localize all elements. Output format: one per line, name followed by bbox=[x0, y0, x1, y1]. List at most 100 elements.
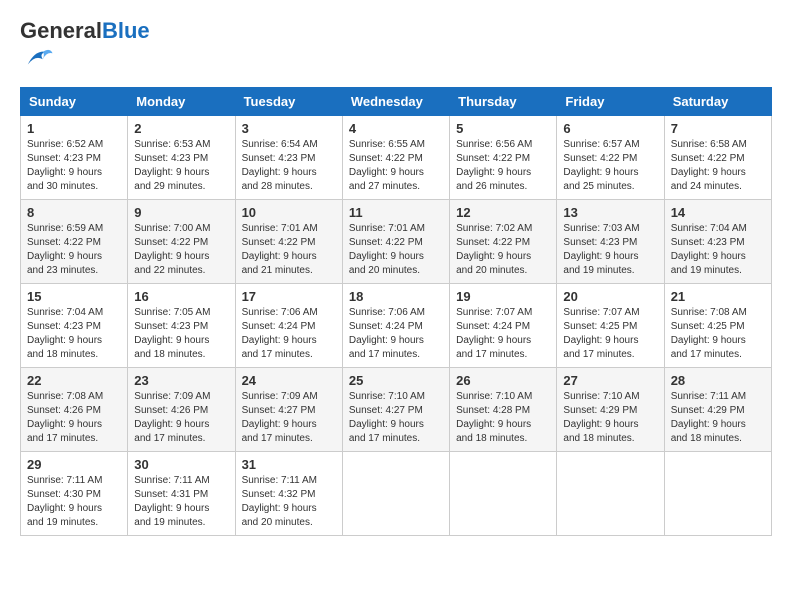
day-info: Sunrise: 6:54 AM Sunset: 4:23 PM Dayligh… bbox=[242, 138, 336, 194]
calendar-cell: 11 Sunrise: 7:01 AM Sunset: 4:22 PM Dayl… bbox=[342, 200, 449, 284]
day-info: Sunrise: 7:07 AM Sunset: 4:24 PM Dayligh… bbox=[456, 306, 550, 362]
day-info: Sunrise: 7:11 AM Sunset: 4:31 PM Dayligh… bbox=[134, 474, 228, 530]
calendar-cell: 21 Sunrise: 7:08 AM Sunset: 4:25 PM Dayl… bbox=[664, 284, 771, 368]
calendar-cell: 26 Sunrise: 7:10 AM Sunset: 4:28 PM Dayl… bbox=[450, 368, 557, 452]
day-info: Sunrise: 6:53 AM Sunset: 4:23 PM Dayligh… bbox=[134, 138, 228, 194]
calendar-cell: 16 Sunrise: 7:05 AM Sunset: 4:23 PM Dayl… bbox=[128, 284, 235, 368]
day-number: 23 bbox=[134, 373, 228, 388]
day-number: 20 bbox=[563, 289, 657, 304]
calendar-cell: 1 Sunrise: 6:52 AM Sunset: 4:23 PM Dayli… bbox=[21, 116, 128, 200]
day-number: 11 bbox=[349, 205, 443, 220]
calendar-cell: 13 Sunrise: 7:03 AM Sunset: 4:23 PM Dayl… bbox=[557, 200, 664, 284]
day-header-tuesday: Tuesday bbox=[235, 88, 342, 116]
day-info: Sunrise: 7:00 AM Sunset: 4:22 PM Dayligh… bbox=[134, 222, 228, 278]
day-info: Sunrise: 7:04 AM Sunset: 4:23 PM Dayligh… bbox=[671, 222, 765, 278]
day-info: Sunrise: 6:57 AM Sunset: 4:22 PM Dayligh… bbox=[563, 138, 657, 194]
calendar-cell: 15 Sunrise: 7:04 AM Sunset: 4:23 PM Dayl… bbox=[21, 284, 128, 368]
day-header-saturday: Saturday bbox=[664, 88, 771, 116]
day-info: Sunrise: 7:01 AM Sunset: 4:22 PM Dayligh… bbox=[242, 222, 336, 278]
calendar-cell: 20 Sunrise: 7:07 AM Sunset: 4:25 PM Dayl… bbox=[557, 284, 664, 368]
calendar-cell: 17 Sunrise: 7:06 AM Sunset: 4:24 PM Dayl… bbox=[235, 284, 342, 368]
day-info: Sunrise: 7:11 AM Sunset: 4:32 PM Dayligh… bbox=[242, 474, 336, 530]
calendar-cell: 9 Sunrise: 7:00 AM Sunset: 4:22 PM Dayli… bbox=[128, 200, 235, 284]
day-number: 16 bbox=[134, 289, 228, 304]
day-number: 31 bbox=[242, 457, 336, 472]
day-number: 8 bbox=[27, 205, 121, 220]
day-number: 10 bbox=[242, 205, 336, 220]
day-number: 26 bbox=[456, 373, 550, 388]
calendar-cell bbox=[664, 452, 771, 536]
day-info: Sunrise: 7:10 AM Sunset: 4:27 PM Dayligh… bbox=[349, 390, 443, 446]
day-info: Sunrise: 7:08 AM Sunset: 4:26 PM Dayligh… bbox=[27, 390, 121, 446]
calendar-cell bbox=[557, 452, 664, 536]
calendar-cell: 19 Sunrise: 7:07 AM Sunset: 4:24 PM Dayl… bbox=[450, 284, 557, 368]
day-header-sunday: Sunday bbox=[21, 88, 128, 116]
calendar-week-row: 15 Sunrise: 7:04 AM Sunset: 4:23 PM Dayl… bbox=[21, 284, 772, 368]
day-info: Sunrise: 6:59 AM Sunset: 4:22 PM Dayligh… bbox=[27, 222, 121, 278]
day-header-friday: Friday bbox=[557, 88, 664, 116]
calendar-cell bbox=[342, 452, 449, 536]
calendar-cell: 28 Sunrise: 7:11 AM Sunset: 4:29 PM Dayl… bbox=[664, 368, 771, 452]
calendar-cell: 7 Sunrise: 6:58 AM Sunset: 4:22 PM Dayli… bbox=[664, 116, 771, 200]
day-info: Sunrise: 7:04 AM Sunset: 4:23 PM Dayligh… bbox=[27, 306, 121, 362]
page-header: GeneralBlue bbox=[20, 20, 772, 77]
day-number: 7 bbox=[671, 121, 765, 136]
day-info: Sunrise: 7:11 AM Sunset: 4:30 PM Dayligh… bbox=[27, 474, 121, 530]
calendar-cell: 30 Sunrise: 7:11 AM Sunset: 4:31 PM Dayl… bbox=[128, 452, 235, 536]
calendar-week-row: 1 Sunrise: 6:52 AM Sunset: 4:23 PM Dayli… bbox=[21, 116, 772, 200]
calendar-cell: 8 Sunrise: 6:59 AM Sunset: 4:22 PM Dayli… bbox=[21, 200, 128, 284]
day-info: Sunrise: 6:56 AM Sunset: 4:22 PM Dayligh… bbox=[456, 138, 550, 194]
calendar-cell: 31 Sunrise: 7:11 AM Sunset: 4:32 PM Dayl… bbox=[235, 452, 342, 536]
day-info: Sunrise: 6:55 AM Sunset: 4:22 PM Dayligh… bbox=[349, 138, 443, 194]
day-info: Sunrise: 7:06 AM Sunset: 4:24 PM Dayligh… bbox=[242, 306, 336, 362]
calendar-week-row: 8 Sunrise: 6:59 AM Sunset: 4:22 PM Dayli… bbox=[21, 200, 772, 284]
day-number: 3 bbox=[242, 121, 336, 136]
day-number: 27 bbox=[563, 373, 657, 388]
calendar-cell: 2 Sunrise: 6:53 AM Sunset: 4:23 PM Dayli… bbox=[128, 116, 235, 200]
calendar-cell: 24 Sunrise: 7:09 AM Sunset: 4:27 PM Dayl… bbox=[235, 368, 342, 452]
calendar-week-row: 22 Sunrise: 7:08 AM Sunset: 4:26 PM Dayl… bbox=[21, 368, 772, 452]
day-number: 19 bbox=[456, 289, 550, 304]
day-number: 28 bbox=[671, 373, 765, 388]
calendar-table: SundayMondayTuesdayWednesdayThursdayFrid… bbox=[20, 87, 772, 536]
day-number: 1 bbox=[27, 121, 121, 136]
day-info: Sunrise: 6:58 AM Sunset: 4:22 PM Dayligh… bbox=[671, 138, 765, 194]
day-number: 14 bbox=[671, 205, 765, 220]
day-number: 5 bbox=[456, 121, 550, 136]
day-number: 13 bbox=[563, 205, 657, 220]
day-info: Sunrise: 7:01 AM Sunset: 4:22 PM Dayligh… bbox=[349, 222, 443, 278]
day-header-monday: Monday bbox=[128, 88, 235, 116]
day-number: 15 bbox=[27, 289, 121, 304]
day-info: Sunrise: 7:07 AM Sunset: 4:25 PM Dayligh… bbox=[563, 306, 657, 362]
calendar-cell bbox=[450, 452, 557, 536]
logo-blue: Blue bbox=[102, 18, 150, 43]
calendar-cell: 10 Sunrise: 7:01 AM Sunset: 4:22 PM Dayl… bbox=[235, 200, 342, 284]
day-info: Sunrise: 7:03 AM Sunset: 4:23 PM Dayligh… bbox=[563, 222, 657, 278]
calendar-cell: 22 Sunrise: 7:08 AM Sunset: 4:26 PM Dayl… bbox=[21, 368, 128, 452]
day-number: 21 bbox=[671, 289, 765, 304]
calendar-cell: 3 Sunrise: 6:54 AM Sunset: 4:23 PM Dayli… bbox=[235, 116, 342, 200]
calendar-cell: 4 Sunrise: 6:55 AM Sunset: 4:22 PM Dayli… bbox=[342, 116, 449, 200]
day-info: Sunrise: 7:05 AM Sunset: 4:23 PM Dayligh… bbox=[134, 306, 228, 362]
day-number: 24 bbox=[242, 373, 336, 388]
day-number: 22 bbox=[27, 373, 121, 388]
day-info: Sunrise: 6:52 AM Sunset: 4:23 PM Dayligh… bbox=[27, 138, 121, 194]
calendar-cell: 23 Sunrise: 7:09 AM Sunset: 4:26 PM Dayl… bbox=[128, 368, 235, 452]
logo-general: General bbox=[20, 18, 102, 43]
calendar-cell: 18 Sunrise: 7:06 AM Sunset: 4:24 PM Dayl… bbox=[342, 284, 449, 368]
day-header-wednesday: Wednesday bbox=[342, 88, 449, 116]
calendar-cell: 6 Sunrise: 6:57 AM Sunset: 4:22 PM Dayli… bbox=[557, 116, 664, 200]
calendar-cell: 14 Sunrise: 7:04 AM Sunset: 4:23 PM Dayl… bbox=[664, 200, 771, 284]
day-info: Sunrise: 7:11 AM Sunset: 4:29 PM Dayligh… bbox=[671, 390, 765, 446]
calendar-header-row: SundayMondayTuesdayWednesdayThursdayFrid… bbox=[21, 88, 772, 116]
day-number: 12 bbox=[456, 205, 550, 220]
day-number: 4 bbox=[349, 121, 443, 136]
day-number: 6 bbox=[563, 121, 657, 136]
day-info: Sunrise: 7:06 AM Sunset: 4:24 PM Dayligh… bbox=[349, 306, 443, 362]
day-header-thursday: Thursday bbox=[450, 88, 557, 116]
day-info: Sunrise: 7:10 AM Sunset: 4:28 PM Dayligh… bbox=[456, 390, 550, 446]
day-number: 18 bbox=[349, 289, 443, 304]
calendar-cell: 5 Sunrise: 6:56 AM Sunset: 4:22 PM Dayli… bbox=[450, 116, 557, 200]
day-info: Sunrise: 7:08 AM Sunset: 4:25 PM Dayligh… bbox=[671, 306, 765, 362]
day-number: 25 bbox=[349, 373, 443, 388]
